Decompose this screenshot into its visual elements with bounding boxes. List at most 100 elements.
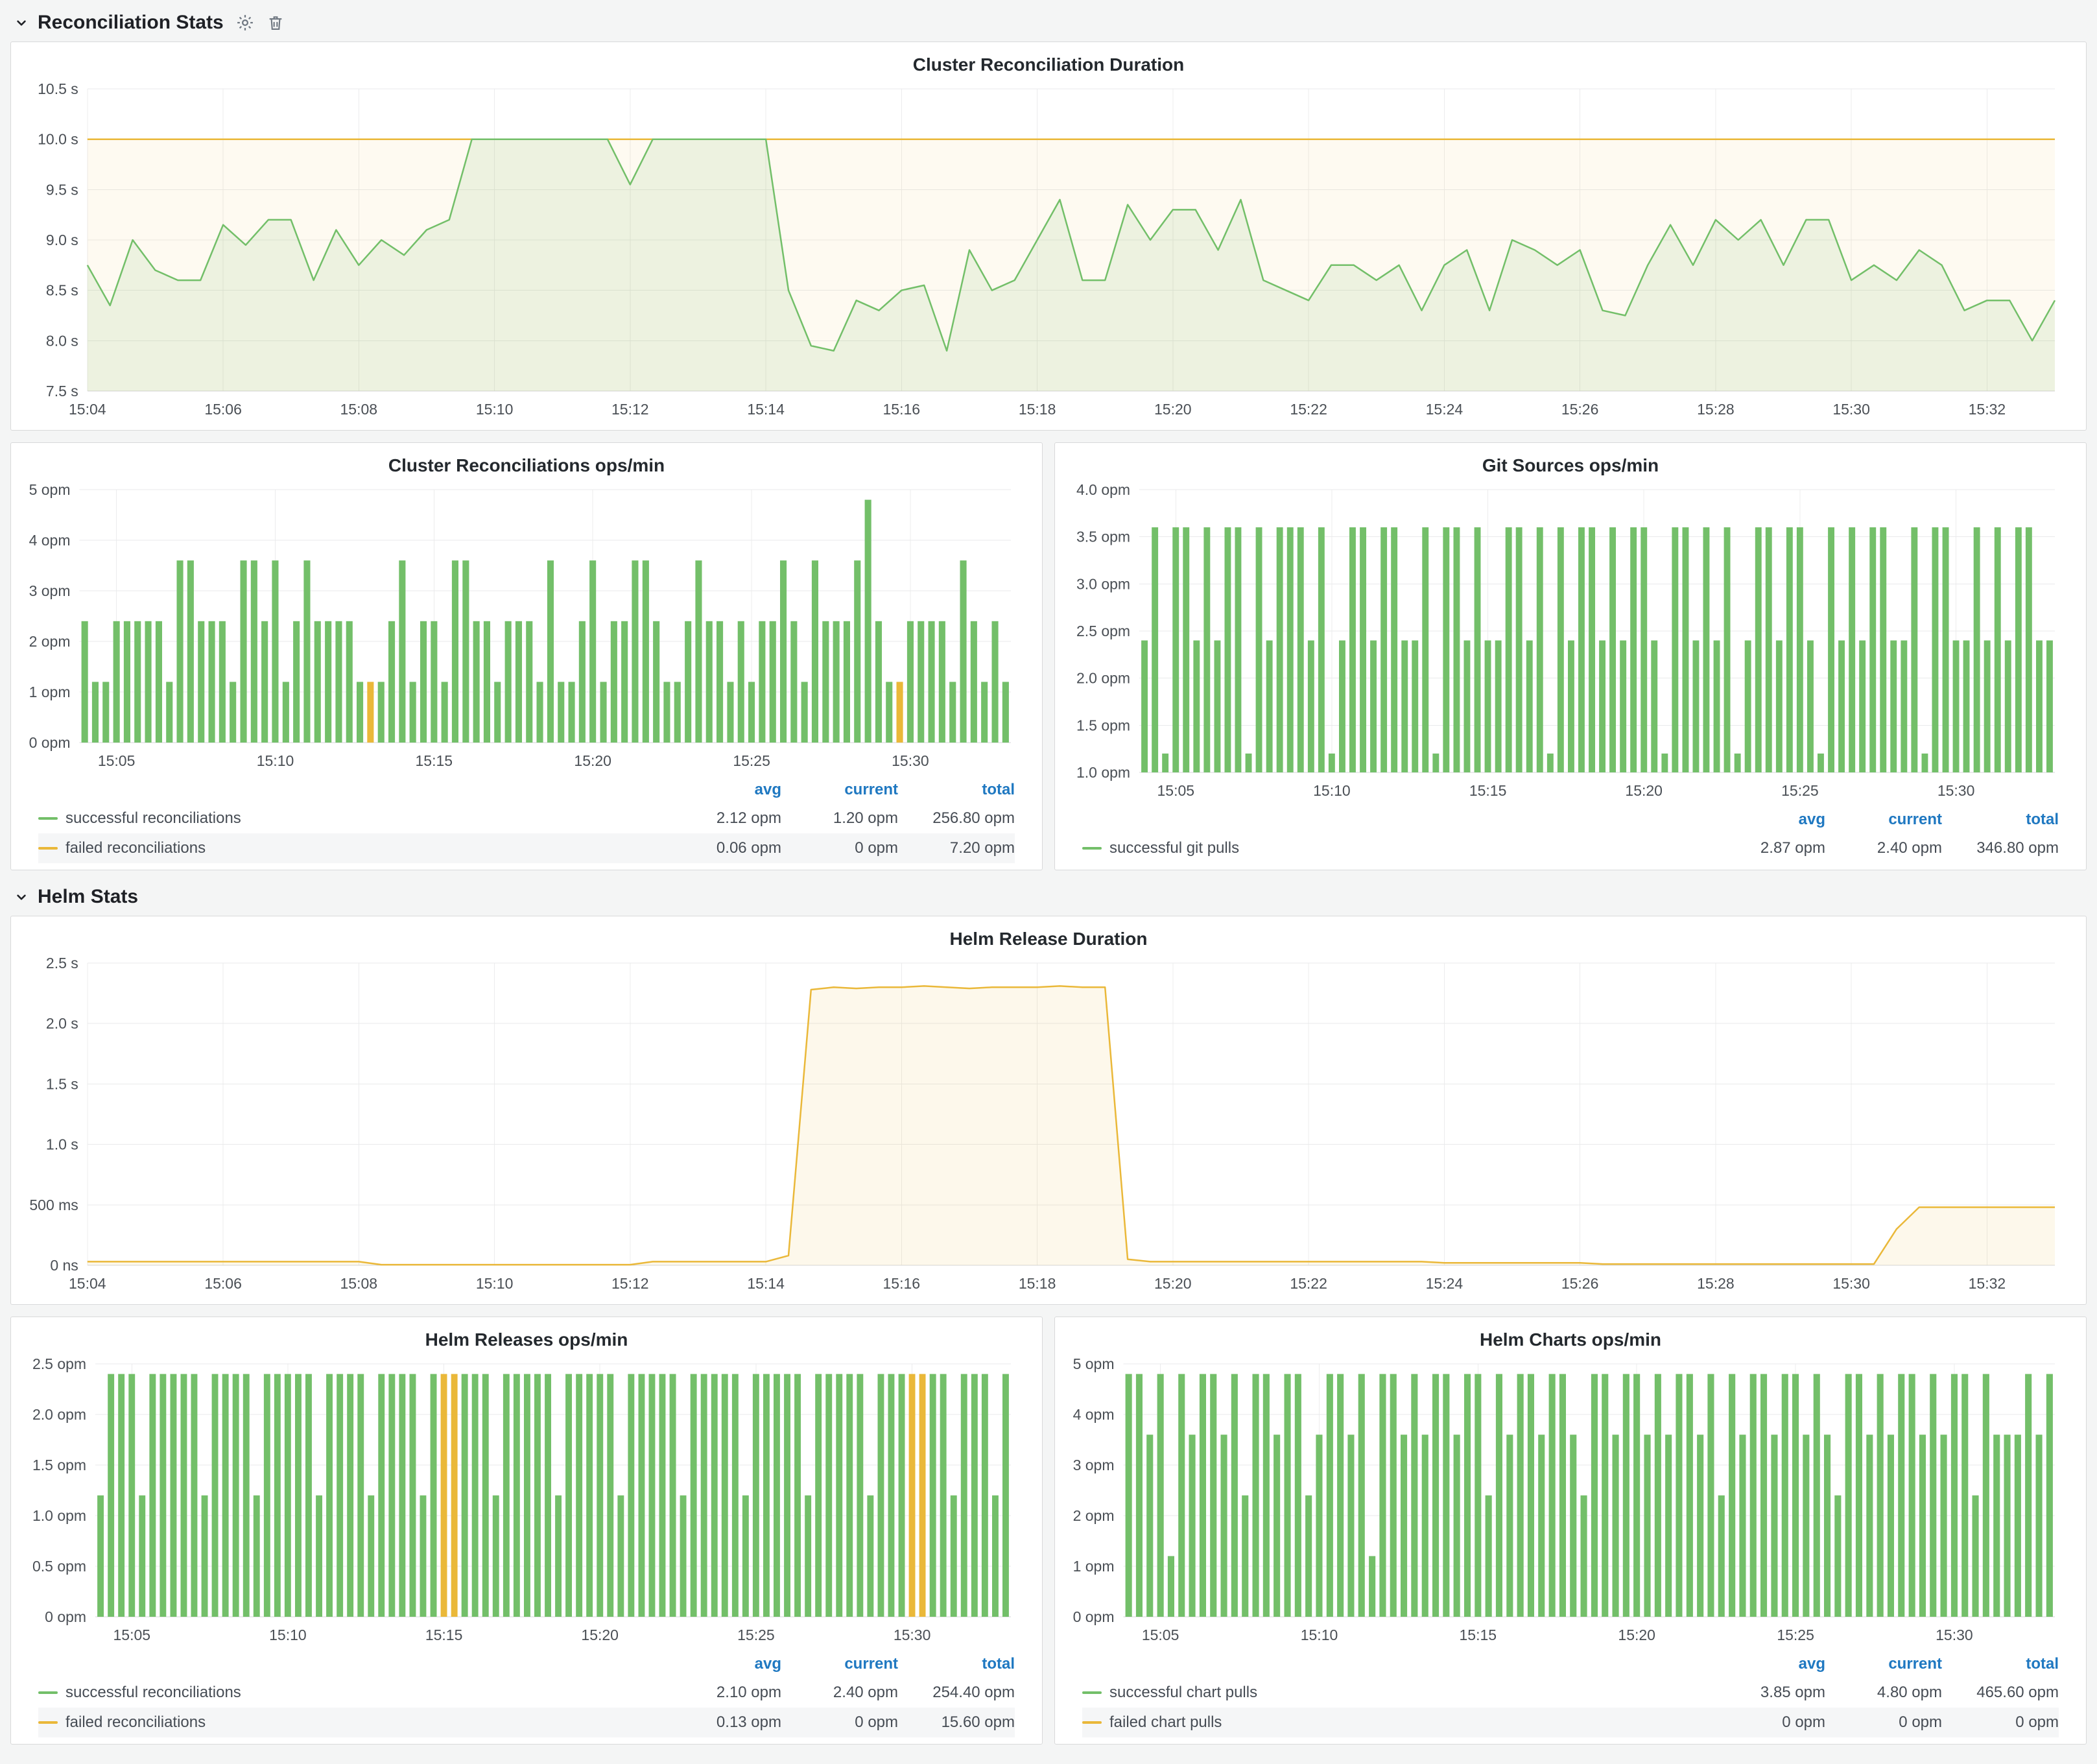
legend-total-value: 7.20 opm [898,839,1015,857]
section-title-helm-stats[interactable]: Helm Stats [38,886,138,908]
svg-text:5 opm: 5 opm [1073,1355,1115,1372]
svg-text:15:30: 15:30 [1832,401,1870,418]
legend-current-value: 1.20 opm [781,809,898,828]
legend-col-total[interactable]: total [898,781,1015,799]
legend-col-avg[interactable]: avg [1709,1655,1825,1673]
legend-row-failed-reconciliations: failed reconciliations 0.13 opm 0 opm 15… [38,1708,1015,1737]
legend-series-label[interactable]: failed reconciliations [38,839,665,857]
legend-row-successful-reconciliations: successful reconciliations 2.10 opm 2.40… [38,1678,1015,1708]
legend-col-total[interactable]: total [1942,1655,2059,1673]
series-color-dash [38,1691,58,1694]
legend-series-label[interactable]: successful git pulls [1082,839,1709,857]
svg-text:15:28: 15:28 [1697,401,1735,418]
legend-col-avg[interactable]: avg [665,781,781,799]
legend: avg current total successful reconciliat… [23,1649,1030,1737]
legend-col-total[interactable]: total [898,1655,1015,1673]
legend-total-value: 465.60 opm [1942,1684,2059,1702]
svg-text:4 opm: 4 opm [29,532,71,549]
svg-text:2 opm: 2 opm [29,633,71,650]
panel-title-helm-release-duration[interactable]: Helm Release Duration [23,924,2074,954]
svg-text:15:15: 15:15 [1469,782,1507,799]
legend-current-value: 0 opm [781,1713,898,1732]
legend-current-value: 0 opm [781,839,898,857]
trash-icon[interactable] [267,14,285,32]
svg-text:15:05: 15:05 [1142,1627,1179,1643]
svg-text:4.0 opm: 4.0 opm [1076,481,1130,498]
svg-text:2 opm: 2 opm [1073,1507,1115,1524]
panel-git-sources-opm: Git Sources ops/min 15:0515:1015:1515:20… [1054,442,2087,870]
panel-title-cluster-reconciliation-duration[interactable]: Cluster Reconciliation Duration [23,50,2074,80]
svg-text:9.5 s: 9.5 s [46,181,78,198]
svg-text:15:15: 15:15 [416,752,453,769]
svg-text:0 opm: 0 opm [45,1608,86,1625]
panel-title-cluster-reconciliations-opm[interactable]: Cluster Reconciliations ops/min [23,451,1030,481]
svg-text:15:25: 15:25 [733,752,770,769]
legend-col-current[interactable]: current [1825,811,1942,829]
svg-text:15:15: 15:15 [1460,1627,1497,1643]
svg-text:1.5 s: 1.5 s [46,1075,78,1092]
section-title-reconciliation-stats[interactable]: Reconciliation Stats [38,12,224,34]
legend-avg-value: 0 opm [1709,1713,1825,1732]
svg-text:15:22: 15:22 [1290,401,1327,418]
panel-helm-charts-opm: Helm Charts ops/min 15:0515:1015:1515:20… [1054,1317,2087,1745]
gear-icon[interactable] [235,13,255,32]
legend-series-label[interactable]: successful reconciliations [38,1684,665,1702]
svg-text:15:26: 15:26 [1561,401,1599,418]
chevron-down-icon[interactable] [13,888,30,905]
svg-text:15:08: 15:08 [340,401,378,418]
legend-row-successful-chart-pulls: successful chart pulls 3.85 opm 4.80 opm… [1082,1678,2059,1708]
legend-series-label[interactable]: successful chart pulls [1082,1684,1709,1702]
svg-text:15:24: 15:24 [1426,1275,1463,1292]
svg-text:15:10: 15:10 [1313,782,1351,799]
svg-text:1 opm: 1 opm [29,684,71,700]
panel-helm-release-duration: Helm Release Duration 15:0415:0615:0815:… [10,916,2087,1305]
svg-text:0 opm: 0 opm [29,734,71,751]
svg-text:15:16: 15:16 [883,401,921,418]
panel-title-helm-releases-opm[interactable]: Helm Releases ops/min [23,1325,1030,1355]
svg-text:9.0 s: 9.0 s [46,232,78,248]
chart-helm-charts-opm[interactable]: 15:0515:1015:1515:2015:2515:300 opm1 opm… [1067,1355,2074,1649]
svg-text:7.5 s: 7.5 s [46,383,78,399]
chart-helm-releases-opm[interactable]: 15:0515:1015:1515:2015:2515:300 opm0.5 o… [23,1355,1030,1649]
svg-text:10.5 s: 10.5 s [38,80,78,97]
legend-series-label[interactable]: successful reconciliations [38,809,665,828]
series-color-dash [38,1721,58,1724]
legend-col-total[interactable]: total [1942,811,2059,829]
svg-text:15:22: 15:22 [1290,1275,1327,1292]
legend-col-current[interactable]: current [1825,1655,1942,1673]
legend-series-text: successful reconciliations [65,1684,241,1702]
legend-series-label[interactable]: failed reconciliations [38,1713,665,1732]
legend-col-avg[interactable]: avg [665,1655,781,1673]
svg-text:1.5 opm: 1.5 opm [1076,717,1130,733]
panel-row-helm: Helm Releases ops/min 15:0515:1015:1515:… [10,1317,2087,1756]
svg-text:15:30: 15:30 [892,752,929,769]
chevron-down-icon[interactable] [13,14,30,31]
svg-text:15:25: 15:25 [1777,1627,1814,1643]
svg-text:8.5 s: 8.5 s [46,282,78,299]
legend-series-label[interactable]: failed chart pulls [1082,1713,1709,1732]
chart-helm-release-duration[interactable]: 15:0415:0615:0815:1015:1215:1415:1615:18… [23,954,2074,1298]
legend-avg-value: 0.13 opm [665,1713,781,1732]
chart-git-sources-opm[interactable]: 15:0515:1015:1515:2015:2515:301.0 opm1.5… [1067,481,2074,805]
legend-col-current[interactable]: current [781,781,898,799]
panel-title-helm-charts-opm[interactable]: Helm Charts ops/min [1067,1325,2074,1355]
legend-row-successful-git-pulls: successful git pulls 2.87 opm 2.40 opm 3… [1082,833,2059,863]
svg-text:15:32: 15:32 [1969,1275,2006,1292]
legend-col-current[interactable]: current [781,1655,898,1673]
chart-cluster-reconciliation-duration[interactable]: 15:0415:0615:0815:1015:1215:1415:1615:18… [23,80,2074,423]
svg-text:0.5 opm: 0.5 opm [32,1558,86,1575]
legend-row-failed-chart-pulls: failed chart pulls 0 opm 0 opm 0 opm [1082,1708,2059,1737]
svg-text:2.0 opm: 2.0 opm [32,1406,86,1423]
panel-cluster-reconciliation-duration: Cluster Reconciliation Duration 15:0415:… [10,42,2087,431]
legend-col-avg[interactable]: avg [1709,811,1825,829]
svg-text:15:10: 15:10 [476,401,514,418]
panel-title-git-sources-opm[interactable]: Git Sources ops/min [1067,451,2074,481]
legend-series-text: failed reconciliations [65,839,206,857]
svg-text:15:20: 15:20 [1625,782,1663,799]
svg-text:2.5 s: 2.5 s [46,955,78,971]
svg-text:15:04: 15:04 [69,1275,106,1292]
svg-text:3 opm: 3 opm [1073,1457,1115,1473]
chart-cluster-reconciliations-opm[interactable]: 15:0515:1015:1515:2015:2515:300 opm1 opm… [23,481,1030,775]
svg-text:8.0 s: 8.0 s [46,332,78,349]
svg-text:1.0 opm: 1.0 opm [1076,764,1130,781]
